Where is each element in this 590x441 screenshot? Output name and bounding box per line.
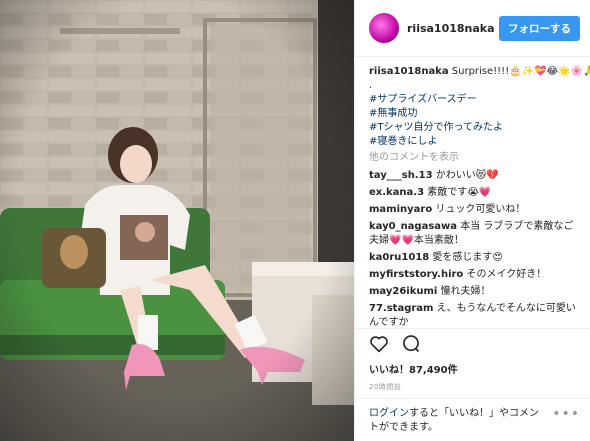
caption-text: Surprise!!!!🎂✨💝😂🌟🌸🙏 (448, 66, 590, 77)
login-text: ログインすると「いいね！」やコメントができます。 (369, 407, 546, 435)
comment-item: ka0ru1018 愛を感じます😍 (369, 251, 580, 265)
comment-item: myfirststory.hiro そのメイク好き！ (369, 268, 580, 282)
comment-text: リュック可愛いね！ (432, 204, 526, 215)
comment-user[interactable]: tay___sh.13 (369, 170, 433, 181)
photo-illustration (0, 0, 354, 441)
comment-text: 憧れ夫婦！ (437, 286, 491, 297)
post-sidebar: riisa1018naka フォローする riisa1018naka Surpr… (354, 0, 590, 441)
instagram-post: riisa1018naka フォローする riisa1018naka Surpr… (0, 0, 590, 441)
comment-user[interactable]: maminyaro (369, 204, 432, 215)
hashtag-link[interactable]: #寝巻きにしよ (369, 135, 580, 149)
post-timestamp[interactable]: 20時間前 (369, 382, 576, 392)
comment-user[interactable]: kay0_nagasawa (369, 221, 457, 232)
comment-user[interactable]: ex.kana.3 (369, 187, 424, 198)
caption-dot: . (369, 80, 373, 91)
login-link[interactable]: ログイン (369, 408, 409, 419)
hashtag-link[interactable]: #無事成功 (369, 107, 580, 121)
caption-author[interactable]: riisa1018naka (369, 66, 449, 77)
comment-user[interactable]: myfirststory.hiro (369, 269, 463, 280)
comment-item: maminyaro リュック可愛いね！ (369, 203, 580, 217)
username-link[interactable]: riisa1018naka (407, 22, 499, 35)
heart-icon[interactable] (369, 335, 389, 357)
comment-item: 77.stagram え、もうなんでそんなに可愛いんですか (369, 302, 580, 328)
load-more-comments-link[interactable]: 他のコメントを表示 (369, 151, 580, 165)
post-photo[interactable] (0, 0, 354, 441)
comment-user[interactable]: ka0ru1018 (369, 252, 429, 263)
comment-text: そのメイク好き！ (463, 269, 547, 280)
comment-user[interactable]: 77.stagram (369, 303, 433, 314)
follow-button[interactable]: フォローする (499, 15, 580, 41)
post-actions: いいね！87,490件 20時間前 (355, 328, 590, 392)
more-options-icon[interactable]: ••• (546, 407, 580, 435)
comment-text: かわいい😻💔 (432, 170, 499, 181)
login-prompt: ログインすると「いいね！」やコメントができます。 ••• (355, 398, 590, 441)
comment-item: tay___sh.13 かわいい😻💔 (369, 169, 580, 183)
comment-text: 愛を感じます😍 (429, 252, 503, 263)
comment-item: may26ikumi 憧れ夫婦！ (369, 285, 580, 299)
avatar[interactable] (369, 13, 399, 43)
post-header: riisa1018naka フォローする (355, 0, 590, 57)
likes-count[interactable]: いいね！87,490件 (369, 361, 576, 376)
comment-item: ex.kana.3 素敵です😭💗 (369, 186, 580, 200)
hashtag-link[interactable]: #Tシャツ自分で作ってみたよ (369, 121, 580, 135)
comments-section: riisa1018naka Surprise!!!!🎂✨💝😂🌟🌸🙏 . #サプラ… (355, 57, 590, 328)
comment-item: kay0_nagasawa 本当 ラブラブで素敵なご夫婦💗💗本当素敵！ (369, 220, 580, 248)
comment-icon[interactable] (401, 334, 421, 358)
comment-user[interactable]: may26ikumi (369, 286, 437, 297)
comment-text: 素敵です😭💗 (424, 187, 492, 198)
caption-line: riisa1018naka Surprise!!!!🎂✨💝😂🌟🌸🙏 (369, 65, 590, 79)
hashtag-link[interactable]: #サプライズバースデー (369, 93, 580, 107)
action-icons (369, 335, 576, 357)
